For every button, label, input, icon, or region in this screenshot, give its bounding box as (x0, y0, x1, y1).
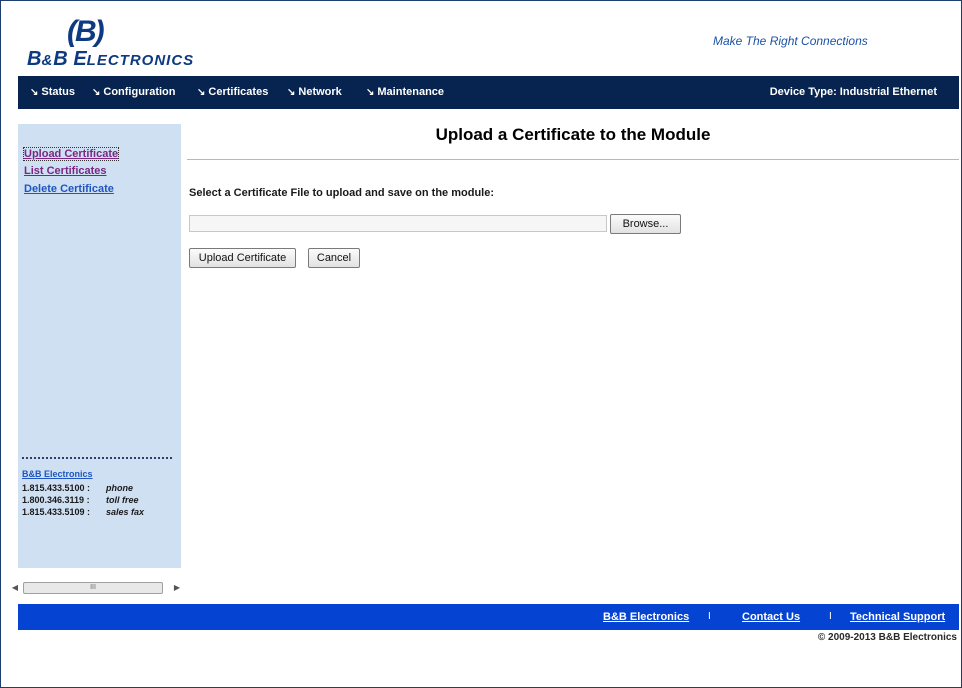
cancel-button[interactable]: Cancel (308, 248, 360, 268)
title-divider (187, 159, 959, 160)
nav-certificates[interactable]: ↘ Certificates (197, 76, 268, 109)
nav-arrow-icon: ↘ (366, 87, 375, 98)
footer-link-contact-us[interactable]: Contact Us (742, 604, 800, 630)
sidebar-link-upload-certificate[interactable]: Upload Certificate (22, 147, 120, 161)
contact-row-sales-fax: 1.815.433.5109 : sales fax (22, 507, 145, 517)
tagline: Make The Right Connections (713, 34, 868, 48)
device-type-label: Device Type: Industrial Ethernet (769, 86, 937, 98)
footer-bar: B&B Electronics I Contact Us I Technical… (18, 604, 959, 630)
sidebar-link-delete-certificate[interactable]: Delete Certificate (24, 183, 114, 195)
nav-arrow-icon: ↘ (92, 87, 101, 98)
contact-row-phone: 1.815.433.5100 : phone (22, 483, 133, 493)
contact-row-toll-free: 1.800.346.3119 : toll free (22, 495, 139, 505)
footer-separator: I (829, 611, 832, 622)
browser-frame: (B) B&B ELECTRONICS Make The Right Conne… (0, 0, 962, 688)
contact-company-link[interactable]: B&B Electronics (22, 469, 93, 479)
scroll-left-icon[interactable]: ◀ (9, 581, 21, 594)
sidebar: Upload Certificate List Certificates Del… (18, 124, 181, 568)
nav-status[interactable]: ↘ Status (30, 76, 75, 109)
certificate-file-input[interactable] (189, 215, 607, 232)
nav-configuration[interactable]: ↘ Configuration (92, 76, 176, 109)
bb-logo[interactable]: (B) B&B ELECTRONICS (27, 15, 227, 70)
upload-certificate-button[interactable]: Upload Certificate (189, 248, 296, 268)
nav-arrow-icon: ↘ (197, 87, 206, 98)
nav-maintenance[interactable]: ↘ Maintenance (366, 76, 444, 109)
browse-button[interactable]: Browse... (610, 214, 681, 234)
footer-link-technical-support[interactable]: Technical Support (850, 604, 945, 630)
horizontal-scrollbar[interactable]: ◀ III ▶ (9, 581, 185, 594)
nav-network[interactable]: ↘ Network (287, 76, 342, 109)
main-nav: ↘ Status ↘ Configuration ↘ Certificates ↘ Ne… (18, 76, 959, 109)
nav-arrow-icon: ↘ (30, 87, 39, 98)
footer-separator: I (708, 611, 711, 622)
scroll-right-icon[interactable]: ▶ (171, 581, 183, 594)
nav-arrow-icon: ↘ (287, 87, 296, 98)
logo-mark: (B) (67, 15, 105, 48)
sidebar-divider (22, 457, 172, 459)
sidebar-link-list-certificates[interactable]: List Certificates (24, 165, 107, 177)
scrollbar-thumb[interactable]: III (23, 582, 163, 594)
footer-link-bb-electronics[interactable]: B&B Electronics (603, 604, 689, 630)
upload-prompt: Select a Certificate File to upload and … (189, 187, 495, 199)
copyright: © 2009-2013 B&B Electronics (817, 632, 957, 643)
logo-text: B&B ELECTRONICS (27, 48, 195, 70)
page-title: Upload a Certificate to the Module (435, 125, 711, 144)
